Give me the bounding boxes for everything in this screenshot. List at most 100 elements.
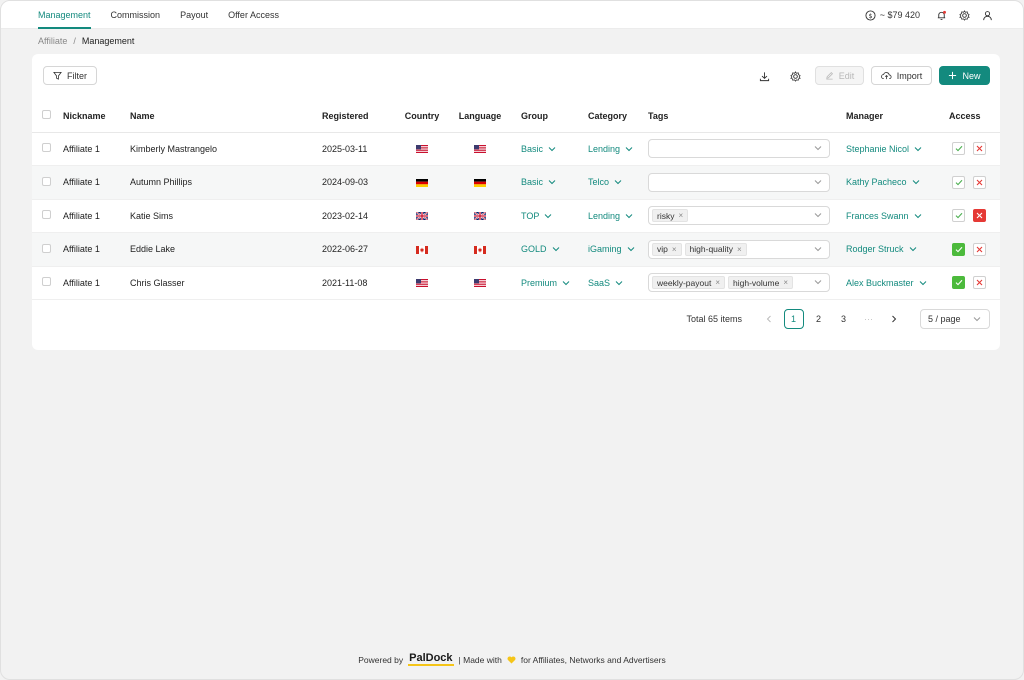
edit-button[interactable]: Edit	[815, 66, 864, 85]
chevron-down-icon	[548, 179, 556, 185]
footer: Powered by PalDock | Made with for Affil…	[1, 653, 1023, 666]
select-all-checkbox[interactable]	[42, 110, 51, 120]
cloud-upload-icon	[880, 71, 892, 80]
row-checkbox[interactable]	[42, 277, 51, 287]
group-dropdown[interactable]: Basic	[521, 177, 556, 187]
page-ellipsis[interactable]: ···	[859, 309, 879, 329]
tags-select[interactable]: weekly-payout × high-volume ×	[648, 273, 830, 293]
pagination: Total 65 items 1 2 3 ··· 5 / page	[686, 309, 990, 329]
table-row[interactable]: Affiliate 1 Kimberly Mastrangelo 2025-03-1…	[32, 132, 1000, 166]
tag-label: high-volume	[733, 277, 780, 288]
row-checkbox[interactable]	[42, 143, 51, 153]
tab-management[interactable]: Management	[38, 1, 91, 29]
next-page-button[interactable]	[884, 309, 904, 329]
group-dropdown[interactable]: Basic	[521, 144, 556, 154]
category-value: SaaS	[588, 277, 611, 288]
page-3[interactable]: 3	[834, 309, 854, 329]
gear-icon[interactable]	[959, 9, 970, 21]
check-icon	[955, 279, 963, 286]
deny-access-button[interactable]	[973, 276, 986, 290]
approve-access-button[interactable]	[952, 142, 965, 156]
deny-access-button[interactable]	[973, 242, 986, 256]
footer-made: | Made with	[458, 654, 502, 665]
close-icon	[976, 145, 983, 152]
table-row[interactable]: Affiliate 1 Katie Sims 2023-02-14 TOP Lendin…	[32, 199, 1000, 233]
category-dropdown[interactable]: Lending	[588, 144, 633, 154]
approve-access-button[interactable]	[952, 242, 965, 256]
remove-tag-icon[interactable]: ×	[737, 245, 742, 254]
approve-access-button[interactable]	[952, 276, 965, 290]
manager-dropdown[interactable]: Frances Swann	[846, 211, 922, 221]
col-registered[interactable]: Registered	[312, 100, 395, 133]
col-country[interactable]: Country	[395, 100, 449, 133]
affiliates-table: Nickname Name Registered Country Languag…	[32, 100, 1000, 300]
deny-access-button[interactable]	[973, 142, 986, 156]
category-dropdown[interactable]: SaaS	[588, 278, 623, 288]
tags-select[interactable]	[648, 172, 830, 192]
remove-tag-icon[interactable]: ×	[783, 278, 788, 287]
table-settings-button[interactable]	[787, 68, 803, 84]
import-button[interactable]: Import	[871, 66, 932, 85]
category-dropdown[interactable]: iGaming	[588, 244, 635, 254]
tags-select[interactable]	[648, 139, 830, 159]
new-button[interactable]: New	[939, 66, 990, 85]
col-name[interactable]: Name	[120, 100, 312, 133]
category-dropdown[interactable]: Lending	[588, 211, 633, 221]
category-dropdown[interactable]: Telco	[588, 177, 622, 187]
cell-name: Katie Sims	[120, 199, 312, 233]
access-controls	[952, 242, 986, 256]
remove-tag-icon[interactable]: ×	[715, 278, 720, 287]
manager-dropdown[interactable]: Kathy Pacheco	[846, 177, 920, 187]
col-language[interactable]: Language	[449, 100, 511, 133]
remove-tag-icon[interactable]: ×	[672, 245, 677, 254]
tab-offer-access[interactable]: Offer Access	[228, 1, 279, 29]
table-row[interactable]: Affiliate 1 Chris Glasser 2021-11-08 Premiu…	[32, 266, 1000, 300]
manager-dropdown[interactable]: Stephanie Nicol	[846, 144, 922, 154]
download-button[interactable]	[756, 68, 772, 84]
close-icon	[976, 179, 983, 186]
tag-chip: weekly-payout ×	[652, 276, 726, 290]
filter-button[interactable]: Filter	[43, 66, 97, 85]
paldock-logo[interactable]: PalDock	[408, 653, 454, 666]
table-header-row: Nickname Name Registered Country Languag…	[32, 100, 1000, 133]
page-size-select[interactable]: 5 / page	[920, 309, 990, 329]
manager-dropdown[interactable]: Rodger Struck	[846, 244, 917, 254]
deny-access-button[interactable]	[973, 209, 986, 223]
manager-dropdown[interactable]: Alex Buckmaster	[846, 278, 927, 288]
row-checkbox[interactable]	[42, 243, 51, 253]
table-row[interactable]: Affiliate 1 Eddie Lake 2022-06-27 GOLD iGami…	[32, 232, 1000, 267]
balance-display[interactable]: $ ~ $79 420	[865, 9, 920, 21]
col-manager[interactable]: Manager	[836, 100, 939, 133]
tab-commission[interactable]: Commission	[111, 1, 161, 29]
group-dropdown[interactable]: Premium	[521, 278, 570, 288]
remove-tag-icon[interactable]: ×	[678, 211, 683, 220]
download-icon	[759, 71, 770, 82]
tags-select[interactable]: risky ×	[648, 206, 830, 226]
row-checkbox[interactable]	[42, 176, 51, 186]
chevron-down-icon	[912, 179, 920, 185]
col-access[interactable]: Access	[939, 100, 1000, 133]
deny-access-button[interactable]	[973, 175, 986, 189]
tab-payout[interactable]: Payout	[180, 1, 208, 29]
page-2[interactable]: 2	[809, 309, 829, 329]
group-dropdown[interactable]: TOP	[521, 211, 552, 221]
row-checkbox[interactable]	[42, 210, 51, 220]
tag-label: weekly-payout	[657, 277, 712, 288]
approve-access-button[interactable]	[952, 209, 965, 223]
table-row[interactable]: Affiliate 1 Autumn Phillips 2024-09-03 Basi…	[32, 165, 1000, 200]
col-group[interactable]: Group	[511, 100, 578, 133]
bell-icon[interactable]	[936, 10, 947, 21]
col-category[interactable]: Category	[578, 100, 643, 133]
col-tags[interactable]: Tags	[643, 100, 836, 133]
user-icon[interactable]	[982, 10, 993, 21]
page-1[interactable]: 1	[783, 309, 804, 329]
approve-access-button[interactable]	[952, 175, 965, 189]
tags-select[interactable]: vip × high-quality ×	[648, 239, 830, 259]
balance-value: ~ $79 420	[879, 10, 920, 20]
country-flag-de-icon	[416, 178, 428, 187]
prev-page-button[interactable]	[759, 309, 779, 329]
breadcrumb-root[interactable]: Affiliate	[38, 36, 67, 46]
col-nickname[interactable]: Nickname	[63, 100, 120, 133]
group-dropdown[interactable]: GOLD	[521, 244, 560, 254]
manager-value: Alex Buckmaster	[846, 277, 914, 288]
